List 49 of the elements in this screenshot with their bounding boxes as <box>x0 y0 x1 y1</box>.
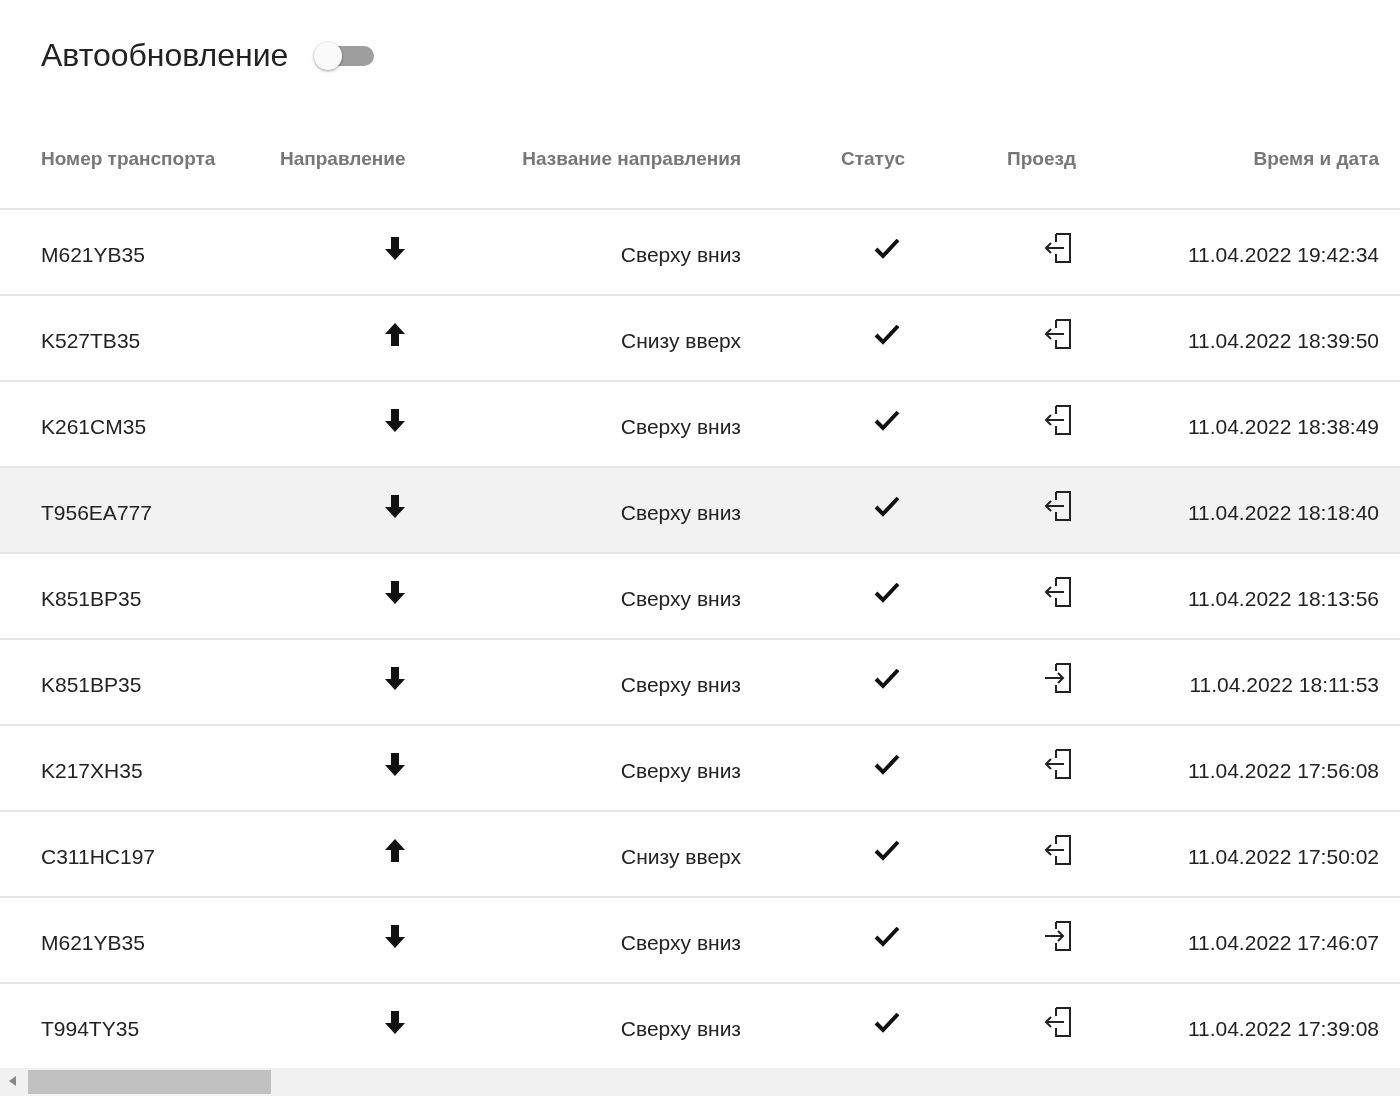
table-cell: Снизу вверх <box>621 329 741 353</box>
table-cell: Сверху вниз <box>620 673 741 697</box>
table-cell-text: C311HC197 <box>41 845 156 869</box>
table-row[interactable]: K217XH35 Сверху вниз 11.04.2022 17:56:08 <box>0 726 1400 812</box>
table-cell: 11.04.2022 18:39:50 <box>1187 329 1379 353</box>
column-header[interactable]: Название направления <box>522 148 741 170</box>
table-cell: Снизу вверх <box>621 845 741 869</box>
table-cell: Сверху вниз <box>620 759 741 783</box>
table-row[interactable]: T956EA777 Сверху вниз 11.04.2022 18:18:40 <box>0 468 1400 554</box>
table-cell: 11.04.2022 17:46:07 <box>1187 931 1379 955</box>
table-cell: 11.04.2022 17:39:08 <box>1187 1017 1379 1041</box>
table-row[interactable]: C311HC197 Снизу вверх 11.04.2022 17:50:02 <box>0 812 1400 898</box>
table-cell: 11.04.2022 17:50:02 <box>1187 845 1379 869</box>
table-cell-text: K261CM35 <box>41 415 148 439</box>
table-row[interactable]: K851BP35 Сверху вниз 11.04.2022 18:11:53 <box>0 640 1400 726</box>
table-cell-text: K851BP35 <box>41 587 143 611</box>
table-row[interactable]: K527TB35 Снизу вверх 11.04.2022 18:39:50 <box>0 296 1400 382</box>
column-header[interactable]: Проезд <box>1007 148 1076 170</box>
table-cell: 11.04.2022 18:13:56 <box>1187 587 1379 611</box>
table-cell-text: T956EA777 <box>41 501 153 525</box>
table-cell-text: M621YB35 <box>41 931 146 955</box>
table-cell: Сверху вниз <box>620 587 741 611</box>
table-cell: Сверху вниз <box>620 931 741 955</box>
table-cell: 11.04.2022 18:18:40 <box>1187 501 1379 525</box>
table-row[interactable]: K851BP35 Сверху вниз 11.04.2022 18:13:56 <box>0 554 1400 640</box>
column-header[interactable]: Статус <box>840 148 905 170</box>
table-row[interactable]: M621YB35 Сверху вниз 11.04.2022 19:42:34 <box>0 210 1400 296</box>
scroll-left-icon[interactable] <box>9 1076 16 1086</box>
table-cell: Сверху вниз <box>620 1017 741 1041</box>
table-row[interactable]: M621YB35 Сверху вниз 11.04.2022 17:46:07 <box>0 898 1400 984</box>
column-header[interactable]: Номер транспорта <box>41 148 280 170</box>
table-cell-text: T994TY35 <box>41 1017 141 1041</box>
column-header[interactable]: Время и дата <box>1253 148 1379 170</box>
table-cell: 11.04.2022 18:38:49 <box>1187 415 1379 439</box>
table-cell: Сверху вниз <box>620 501 741 525</box>
table-cell-text: K851BP35 <box>41 673 143 697</box>
table-cell: 11.04.2022 19:42:34 <box>1187 243 1379 267</box>
table-cell-text: M621YB35 <box>41 243 146 267</box>
table-cell-text: K217XH35 <box>41 759 144 783</box>
horizontal-scrollbar[interactable] <box>0 1068 1400 1096</box>
autoupdate-label: Автообновление <box>41 36 289 74</box>
table-cell: 11.04.2022 18:11:53 <box>1189 673 1379 697</box>
table-cell-text: K527TB35 <box>41 329 142 353</box>
autoupdate-toggle[interactable] <box>314 40 375 70</box>
scrollbar-thumb[interactable] <box>28 1070 271 1094</box>
column-header[interactable]: Направление <box>280 148 420 170</box>
table-cell: Сверху вниз <box>620 243 741 267</box>
table-cell: Сверху вниз <box>620 415 741 439</box>
table-cell: 11.04.2022 17:56:08 <box>1187 759 1379 783</box>
